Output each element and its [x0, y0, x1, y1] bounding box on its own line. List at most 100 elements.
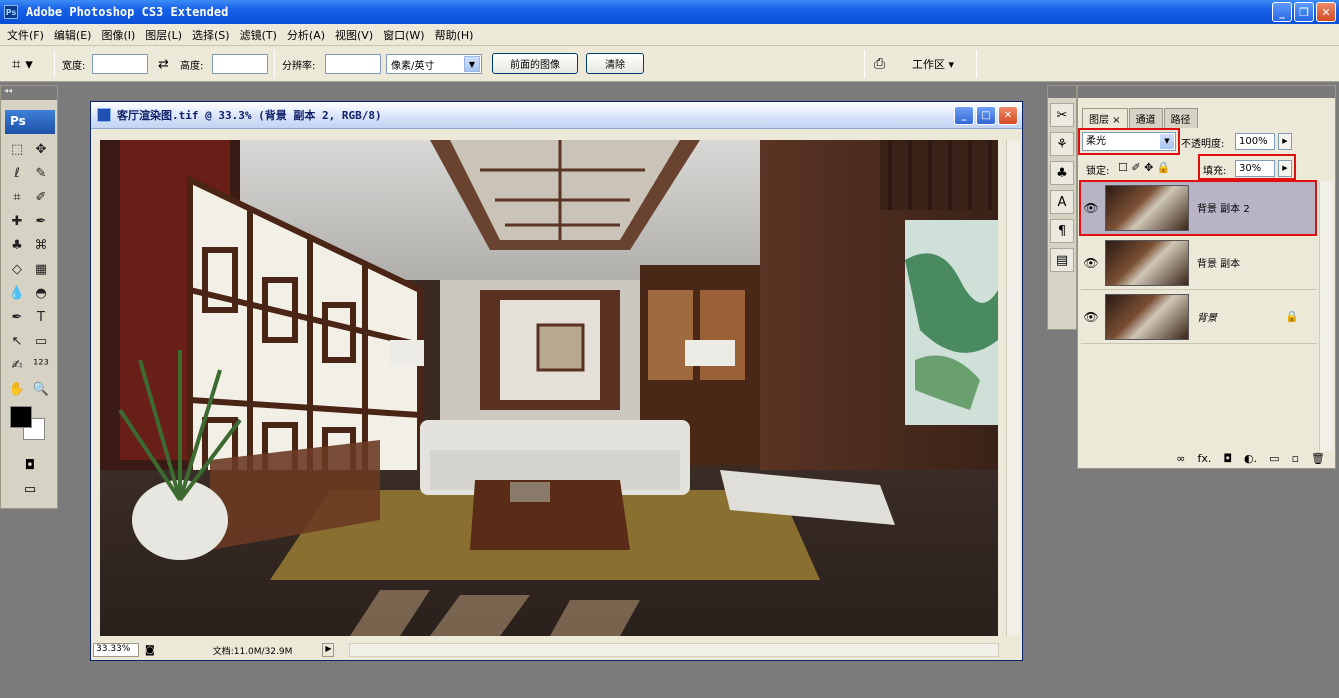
pen-tool-icon[interactable]: ✒	[6, 306, 28, 328]
screen-mode-icon[interactable]: ▭	[18, 482, 42, 500]
foreground-color-swatch[interactable]	[10, 406, 32, 428]
brush-preset-icon[interactable]: ♣	[1050, 161, 1074, 185]
vertical-scrollbar[interactable]	[1006, 140, 1020, 636]
resolution-input[interactable]	[325, 54, 381, 74]
hand-tool-icon[interactable]: ✋	[6, 378, 28, 400]
window-title: Adobe Photoshop CS3 Extended	[26, 5, 229, 19]
link-layers-icon[interactable]: ∞	[1176, 452, 1185, 465]
slice-tool-icon[interactable]: ✐	[30, 186, 52, 208]
history-brush-icon[interactable]: ⌘	[30, 234, 52, 256]
paragraph-icon[interactable]: ¶	[1050, 219, 1074, 243]
layer-mask-icon[interactable]: ◘	[1223, 452, 1232, 465]
front-image-button[interactable]: 前面的图像	[492, 53, 578, 74]
crop-icon[interactable]: ⌗ ▾	[12, 46, 33, 82]
notes-tool-icon[interactable]: ✍	[6, 354, 28, 376]
lasso-tool-icon[interactable]: ℓ	[6, 162, 28, 184]
menu-analysis[interactable]: 分析(A)	[282, 27, 330, 43]
tab-layers[interactable]: 图层 ×	[1082, 108, 1128, 128]
image-canvas[interactable]	[100, 140, 998, 636]
eye-icon[interactable]: 👁	[1081, 256, 1101, 270]
new-group-icon[interactable]: ▭	[1269, 452, 1279, 465]
eye-icon[interactable]: 👁	[1081, 310, 1101, 324]
zoom-icon[interactable]: ◙	[145, 645, 155, 656]
menu-help[interactable]: 帮助(H)	[430, 27, 479, 43]
layer-name: 背景	[1197, 313, 1217, 324]
menu-edit[interactable]: 编辑(E)	[49, 27, 97, 43]
menu-file[interactable]: 文件(F)	[2, 27, 49, 43]
marquee-tool-icon[interactable]: ⬚	[6, 138, 28, 160]
layer-row-background[interactable]: 👁 背景 🔒	[1081, 290, 1317, 344]
quick-mask-icon[interactable]: ◘	[18, 458, 42, 476]
eraser-tool-icon[interactable]: ◇	[6, 258, 28, 280]
close-button[interactable]: ✕	[1316, 2, 1336, 22]
palette-dock: ✂ ⚘ ♣ A ¶ ▤	[1047, 85, 1077, 330]
menu-filter[interactable]: 滤镜(T)	[235, 27, 282, 43]
clear-button[interactable]: 清除	[586, 53, 644, 74]
layer-thumbnail	[1105, 293, 1189, 340]
document-title-bar[interactable]: 客厅渲染图.tif @ 33.3% (背景 副本 2, RGB/8) _ □ ✕	[91, 102, 1022, 129]
status-menu-arrow[interactable]: ▶	[322, 643, 335, 657]
new-layer-icon[interactable]: ▫	[1292, 452, 1299, 465]
tab-channels[interactable]: 通道	[1128, 108, 1163, 128]
opacity-input[interactable]: 100%	[1235, 133, 1275, 150]
layer-style-icon[interactable]: fx.	[1197, 452, 1211, 465]
restore-button[interactable]: ❐	[1294, 2, 1314, 22]
zoom-tool-icon[interactable]: 🔍	[30, 378, 52, 400]
adjustment-layer-icon[interactable]: ◐.	[1244, 452, 1257, 465]
swatch-icon[interactable]: ⚘	[1050, 132, 1074, 156]
height-input[interactable]	[212, 54, 268, 74]
menu-layer[interactable]: 图层(L)	[140, 27, 187, 43]
lock-icons[interactable]: ☐ ✐ ✥ 🔒	[1118, 161, 1170, 174]
gradient-tool-icon[interactable]: ▦	[30, 258, 52, 280]
move-tool-icon[interactable]: ✥	[30, 138, 52, 160]
layer-thumbnail	[1105, 239, 1189, 286]
dodge-tool-icon[interactable]: ◓	[30, 282, 52, 304]
zoom-level-field[interactable]: 33.33%	[93, 643, 139, 657]
magic-wand-icon[interactable]: ✎	[30, 162, 52, 184]
path-select-icon[interactable]: ↖	[6, 330, 28, 352]
horizontal-scrollbar[interactable]	[349, 643, 999, 657]
tools-preset-icon[interactable]: ✂	[1050, 103, 1074, 127]
healing-brush-icon[interactable]: ✚	[6, 210, 28, 232]
shape-tool-icon[interactable]: ▭	[30, 330, 52, 352]
clone-stamp-icon[interactable]: ♣	[6, 234, 28, 256]
minimize-button[interactable]: _	[1272, 2, 1292, 22]
character-icon[interactable]: A	[1050, 190, 1074, 214]
toolbox: ◂◂ Ps ⬚ ✥ ℓ ✎ ⌗ ✐ ✚ ✒ ♣ ⌘ ◇ ▦ 💧 ◓ ✒ T ↖ ▭ ✍ ¹²³ ✋ 🔍 ◘ ▭	[0, 85, 58, 509]
palette-well-icon[interactable]: ⎙	[874, 46, 885, 82]
opacity-slider-arrow[interactable]: ▶	[1278, 133, 1292, 150]
blur-tool-icon[interactable]: 💧	[6, 282, 28, 304]
document-size: 文档:11.0M/32.9M	[212, 646, 293, 657]
info-icon[interactable]: ▤	[1050, 248, 1074, 272]
menu-view[interactable]: 视图(V)	[330, 27, 378, 43]
menu-select[interactable]: 选择(S)	[187, 27, 235, 43]
trash-icon[interactable]: 🗑	[1311, 452, 1325, 465]
menu-bar: 文件(F) 编辑(E) 图像(I) 图层(L) 选择(S) 滤镜(T) 分析(A…	[0, 24, 1339, 46]
tab-paths[interactable]: 路径	[1163, 108, 1198, 128]
toolbox-grip[interactable]: ◂◂	[1, 86, 57, 100]
swap-icon[interactable]: ⇄	[158, 46, 169, 82]
layer-row-background-copy[interactable]: 👁 背景 副本	[1081, 236, 1317, 290]
doc-close-button[interactable]: ✕	[998, 106, 1018, 125]
crop-tool-icon[interactable]: ⌗	[6, 186, 28, 208]
doc-maximize-button[interactable]: □	[976, 106, 996, 125]
workspace-menu[interactable]: 工作区 ▾	[912, 46, 954, 82]
menu-window[interactable]: 窗口(W)	[378, 27, 429, 43]
resolution-label: 分辨率:	[282, 60, 316, 72]
count-tool-icon[interactable]: ¹²³	[30, 354, 52, 376]
layers-scrollbar[interactable]	[1319, 181, 1333, 451]
highlight-box-fill	[1198, 154, 1296, 180]
document-icon	[97, 108, 111, 122]
lock-label: 锁定:	[1086, 166, 1110, 177]
resolution-unit-select[interactable]: 像素/英寸 ▼	[386, 54, 482, 74]
type-tool-icon[interactable]: T	[30, 306, 52, 328]
photoshop-app-icon: Ps	[4, 5, 18, 19]
width-input[interactable]	[92, 54, 148, 74]
ps-logo[interactable]: Ps	[5, 110, 55, 134]
height-label: 高度:	[180, 60, 204, 72]
doc-minimize-button[interactable]: _	[954, 106, 974, 125]
brush-tool-icon[interactable]: ✒	[30, 210, 52, 232]
document-title: 客厅渲染图.tif @ 33.3% (背景 副本 2, RGB/8)	[117, 109, 382, 122]
panel-grip[interactable]	[1078, 86, 1335, 98]
menu-image[interactable]: 图像(I)	[96, 27, 140, 43]
